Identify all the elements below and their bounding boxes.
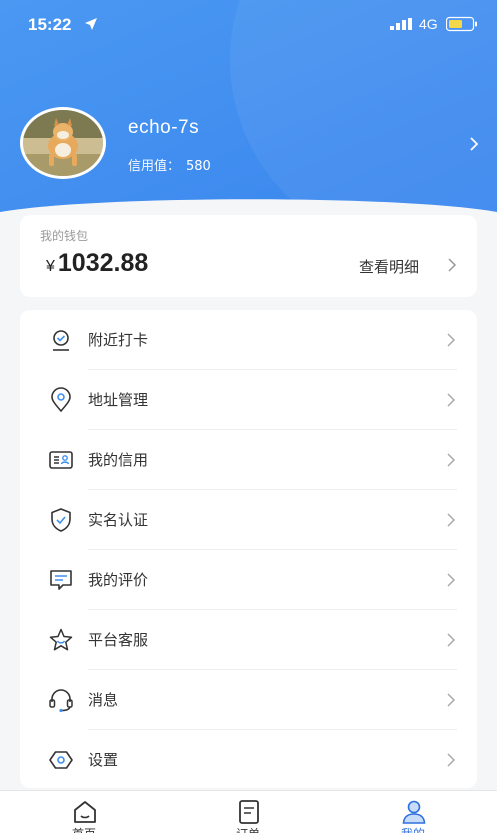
menu-item-settings[interactable]: 设置: [20, 730, 477, 790]
tab-label: 首页: [24, 825, 144, 833]
id-card-icon: [49, 451, 73, 469]
credit-value: 580: [186, 159, 211, 174]
menu-item-label: 我的信用: [88, 451, 149, 469]
wallet-currency: ¥: [46, 258, 55, 275]
comment-icon: [50, 570, 72, 590]
status-bar: 15:22 4G: [0, 0, 497, 50]
menu-item-label: 实名认证: [88, 511, 149, 529]
menu-list: 附近打卡 地址管理 我的信用 实名认证 我的评价 平台客服 消息 设置: [20, 310, 477, 788]
menu-item-messages[interactable]: 消息: [20, 670, 477, 730]
tab-label: 订单: [188, 825, 308, 833]
shield-check-icon: [51, 508, 71, 532]
menu-item-label: 地址管理: [88, 391, 149, 409]
menu-item-label: 平台客服: [88, 631, 149, 649]
wallet-card: 我的钱包 ¥1032.88 查看明细: [20, 215, 477, 297]
tab-orders[interactable]: 订单: [188, 791, 308, 833]
signal-icon: [390, 18, 412, 30]
star-icon: [49, 628, 73, 651]
credit-score: 信用值： 580: [128, 155, 211, 174]
wallet-amount: 1032.88: [57, 249, 149, 277]
location-arrow-icon: [85, 18, 97, 30]
network-type: 4G: [419, 16, 438, 32]
view-details-button[interactable]: 查看明细: [359, 256, 419, 277]
chevron-right-icon: [447, 453, 456, 467]
menu-item-my-credit[interactable]: 我的信用: [20, 430, 477, 490]
menu-item-verification[interactable]: 实名认证: [20, 490, 477, 550]
menu-item-customer-service[interactable]: 平台客服: [20, 610, 477, 670]
menu-item-label: 我的评价: [88, 571, 149, 589]
chevron-right-icon: [447, 333, 456, 347]
chevron-right-icon: [447, 633, 456, 647]
chevron-right-icon[interactable]: [468, 137, 480, 151]
battery-icon: [446, 16, 477, 32]
check-in-icon: [53, 330, 69, 351]
tab-bar: 首页 订单 我的: [0, 790, 497, 833]
wallet-balance: ¥1032.88: [46, 249, 148, 278]
tab-home[interactable]: 首页: [24, 791, 144, 833]
order-icon: [239, 800, 259, 824]
chevron-right-icon: [447, 513, 456, 527]
chevron-right-icon[interactable]: [447, 258, 457, 272]
tab-mine[interactable]: 我的: [353, 791, 473, 833]
chevron-right-icon: [447, 573, 456, 587]
avatar[interactable]: [20, 107, 106, 179]
username: echo-7s: [128, 117, 200, 138]
credit-label: 信用值：: [128, 159, 181, 174]
menu-item-address[interactable]: 地址管理: [20, 370, 477, 430]
wallet-title: 我的钱包: [40, 229, 89, 243]
chevron-right-icon: [447, 693, 456, 707]
settings-hexagon-icon: [49, 751, 73, 769]
headset-icon: [49, 689, 73, 713]
chevron-right-icon: [447, 753, 456, 767]
menu-item-nearby-checkin[interactable]: 附近打卡: [20, 310, 477, 370]
status-time: 15:22: [28, 15, 72, 34]
menu-item-my-reviews[interactable]: 我的评价: [20, 550, 477, 610]
menu-item-label: 消息: [88, 691, 119, 709]
chevron-right-icon: [447, 393, 456, 407]
location-pin-icon: [51, 387, 71, 413]
menu-item-label: 设置: [88, 751, 119, 769]
user-icon: [402, 800, 426, 824]
home-icon: [74, 801, 96, 823]
menu-item-label: 附近打卡: [88, 331, 149, 349]
tab-label: 我的: [353, 825, 473, 833]
